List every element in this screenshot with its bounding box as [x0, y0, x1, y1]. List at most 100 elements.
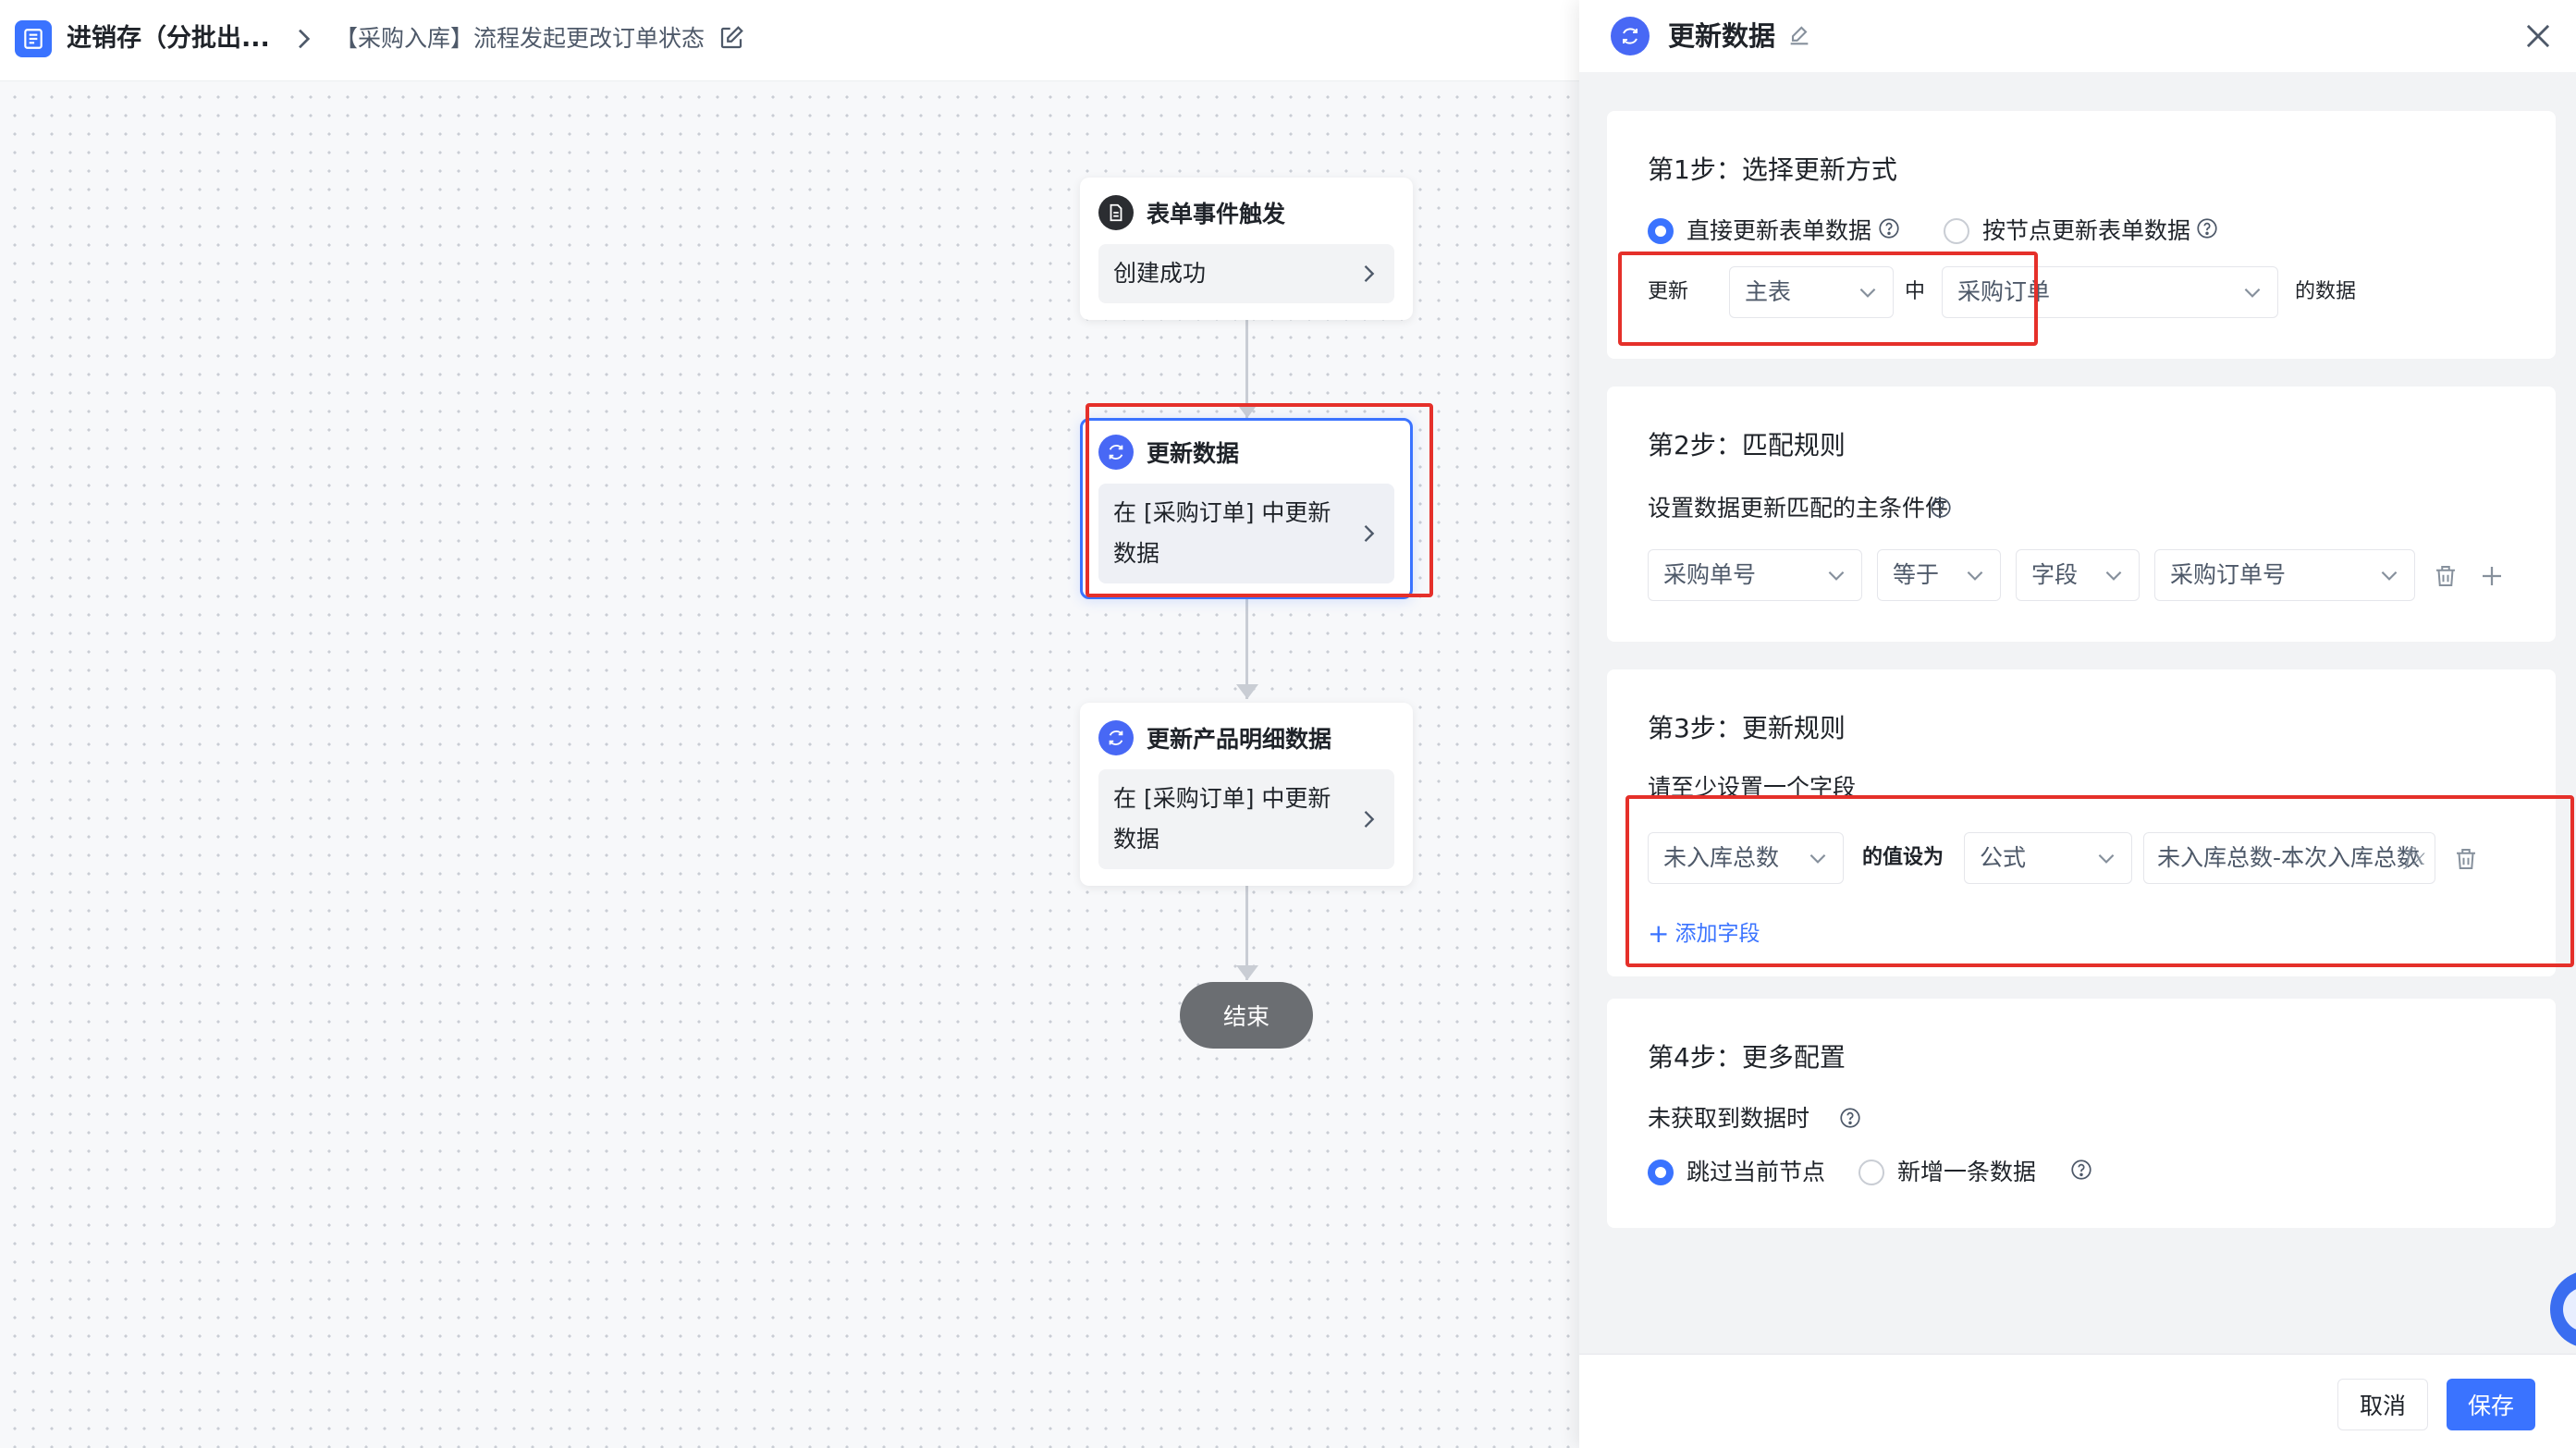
match-value-select[interactable]: 采购订单号 [2154, 549, 2415, 601]
chevron-right-icon [1364, 525, 1375, 542]
update-field-select[interactable]: 未入库总数 [1648, 832, 1844, 884]
update-middle: 中 [1905, 280, 1926, 303]
assistant-bubble[interactable] [2550, 1270, 2576, 1348]
update-suffix: 的数据 [2295, 280, 2357, 303]
trash-icon[interactable] [2432, 562, 2459, 590]
update-value-type-select[interactable]: 公式 [1964, 832, 2132, 884]
chevron-down-icon [2105, 571, 2122, 581]
help-icon[interactable] [1877, 216, 1901, 240]
connector-line [1245, 594, 1248, 699]
match-value-type-select[interactable]: 字段 [2016, 549, 2140, 601]
target-form-value: 采购订单 [1957, 278, 2051, 305]
chevron-down-icon [1828, 571, 1845, 581]
flow-editor: 进销存（分批出... 【采购入库】流程发起更改订单状态 表单事件触发 创建成功 … [0, 0, 1579, 1448]
step2-title: 第2步：匹配规则 [1648, 430, 1846, 460]
node-title: 表单事件触发 [1147, 201, 1286, 227]
node-body-text: 创建成功 [1113, 260, 1207, 287]
node-update-data[interactable]: 更新数据 在 [采购订单] 中更新数据 [1080, 418, 1413, 599]
chevron-right-icon [1364, 265, 1375, 282]
radio-skip-node-label[interactable]: 跳过当前节点 [1687, 1156, 1825, 1189]
connector-line [1245, 309, 1248, 418]
fx-icon[interactable]: fx [2405, 833, 2425, 882]
match-value-value: 采购订单号 [2170, 561, 2287, 588]
close-icon[interactable] [2521, 18, 2556, 54]
update-field-value: 未入库总数 [1663, 844, 1780, 871]
help-icon[interactable] [1929, 496, 1953, 520]
drawer-title: 更新数据 [1668, 20, 1776, 52]
match-field-value: 采购单号 [1663, 561, 1757, 588]
help-icon[interactable] [2069, 1158, 2093, 1182]
refresh-icon [1098, 720, 1134, 755]
help-icon[interactable] [2195, 216, 2219, 240]
step1-card: 第1步：选择更新方式 直接更新表单数据 按节点更新表单数据 更新 主表 中 采购… [1607, 111, 2556, 359]
top-bar: 进销存（分批出... 【采购入库】流程发起更改订单状态 [0, 0, 1579, 81]
refresh-icon [1611, 17, 1650, 55]
node-title: 更新产品明细数据 [1147, 726, 1332, 753]
chevron-down-icon [2244, 288, 2261, 298]
step1-title: 第1步：选择更新方式 [1648, 154, 1897, 185]
table-scope-select[interactable]: 主表 [1729, 266, 1894, 318]
step4-title: 第4步：更多配置 [1648, 1042, 1846, 1073]
cancel-button[interactable]: 取消 [2337, 1379, 2428, 1430]
connector-arrow [1236, 965, 1258, 980]
connector-arrow [1236, 403, 1258, 418]
radio-update-by-node[interactable] [1944, 218, 1969, 244]
update-prefix: 更新 [1648, 280, 1689, 303]
radio-update-by-node-label[interactable]: 按节点更新表单数据 [1982, 215, 2190, 248]
connector-arrow [1236, 684, 1258, 699]
chevron-down-icon [1809, 853, 1826, 864]
app-icon[interactable] [15, 20, 52, 57]
match-field-select[interactable]: 采购单号 [1648, 549, 1862, 601]
document-icon [1098, 195, 1134, 230]
chevron-down-icon [2098, 853, 2115, 864]
help-icon[interactable] [1838, 1106, 1862, 1130]
node-body-text: 在 [采购订单] 中更新数据 [1113, 499, 1331, 567]
radio-skip-node[interactable] [1648, 1160, 1674, 1185]
radio-direct-update[interactable] [1648, 218, 1674, 244]
chevron-right-icon [1364, 811, 1375, 828]
target-form-select[interactable]: 采购订单 [1942, 266, 2278, 318]
table-scope-value: 主表 [1745, 278, 1792, 305]
node-body[interactable]: 创建成功 [1098, 244, 1394, 303]
node-body[interactable]: 在 [采购订单] 中更新数据 [1098, 769, 1394, 869]
pencil-icon[interactable] [1786, 22, 1812, 48]
formula-value: 未入库总数-本次入库总数 [2157, 844, 2421, 871]
radio-add-record-label[interactable]: 新增一条数据 [1897, 1156, 2036, 1189]
app-name[interactable]: 进销存（分批出... [67, 20, 270, 57]
chevron-down-icon [1967, 571, 1983, 581]
chevron-down-icon [2381, 571, 2398, 581]
update-value-type-value: 公式 [1980, 844, 2027, 871]
plus-icon[interactable] [2478, 562, 2506, 590]
set-to-label: 的值设为 [1862, 846, 1944, 869]
node-body[interactable]: 在 [采购订单] 中更新数据 [1098, 484, 1394, 583]
step2-card: 第2步：匹配规则 设置数据更新匹配的主条件件 采购单号 等于 字段 采购订单号 [1607, 387, 2556, 642]
step4-subtitle: 未获取到数据时 [1648, 1105, 1810, 1132]
node-title: 更新数据 [1147, 440, 1240, 467]
step2-subtitle: 设置数据更新匹配的主条件件 [1648, 495, 1949, 522]
save-button[interactable]: 保存 [2447, 1379, 2535, 1430]
step4-card: 第4步：更多配置 未获取到数据时 跳过当前节点 新增一条数据 [1607, 999, 2556, 1228]
radio-direct-update-label[interactable]: 直接更新表单数据 [1687, 215, 1871, 248]
add-field-label: 添加字段 [1674, 922, 1760, 946]
match-value-type-value: 字段 [2031, 561, 2079, 588]
radio-add-record[interactable] [1858, 1160, 1884, 1185]
step3-card: 第3步：更新规则 请至少设置一个字段 未入库总数 的值设为 公式 未入库总数-本… [1607, 669, 2556, 976]
node-update-product-detail[interactable]: 更新产品明细数据 在 [采购订单] 中更新数据 [1080, 703, 1413, 886]
refresh-icon [1098, 435, 1134, 470]
node-form-event-trigger[interactable]: 表单事件触发 创建成功 [1080, 178, 1413, 320]
match-operator-value: 等于 [1893, 561, 1940, 588]
add-field-button[interactable]: + 添加字段 [1648, 917, 1760, 951]
end-node[interactable]: 结束 [1180, 982, 1313, 1049]
match-operator-select[interactable]: 等于 [1877, 549, 2001, 601]
chevron-right-icon [299, 29, 311, 49]
formula-input[interactable]: 未入库总数-本次入库总数 fx [2143, 832, 2435, 884]
node-body-text: 在 [采购订单] 中更新数据 [1113, 785, 1331, 853]
drawer-footer: 取消 保存 [1579, 1354, 2576, 1448]
step3-hint: 请至少设置一个字段 [1648, 774, 1857, 801]
edit-icon[interactable] [718, 24, 745, 52]
plus-icon: + [1648, 918, 1670, 949]
trash-icon[interactable] [2452, 845, 2480, 873]
update-data-drawer: 更新数据 第1步：选择更新方式 直接更新表单数据 按节点更新表单数据 更新 主表… [1579, 0, 2576, 1448]
drawer-header: 更新数据 [1579, 0, 2576, 72]
step3-title: 第3步：更新规则 [1648, 713, 1846, 743]
